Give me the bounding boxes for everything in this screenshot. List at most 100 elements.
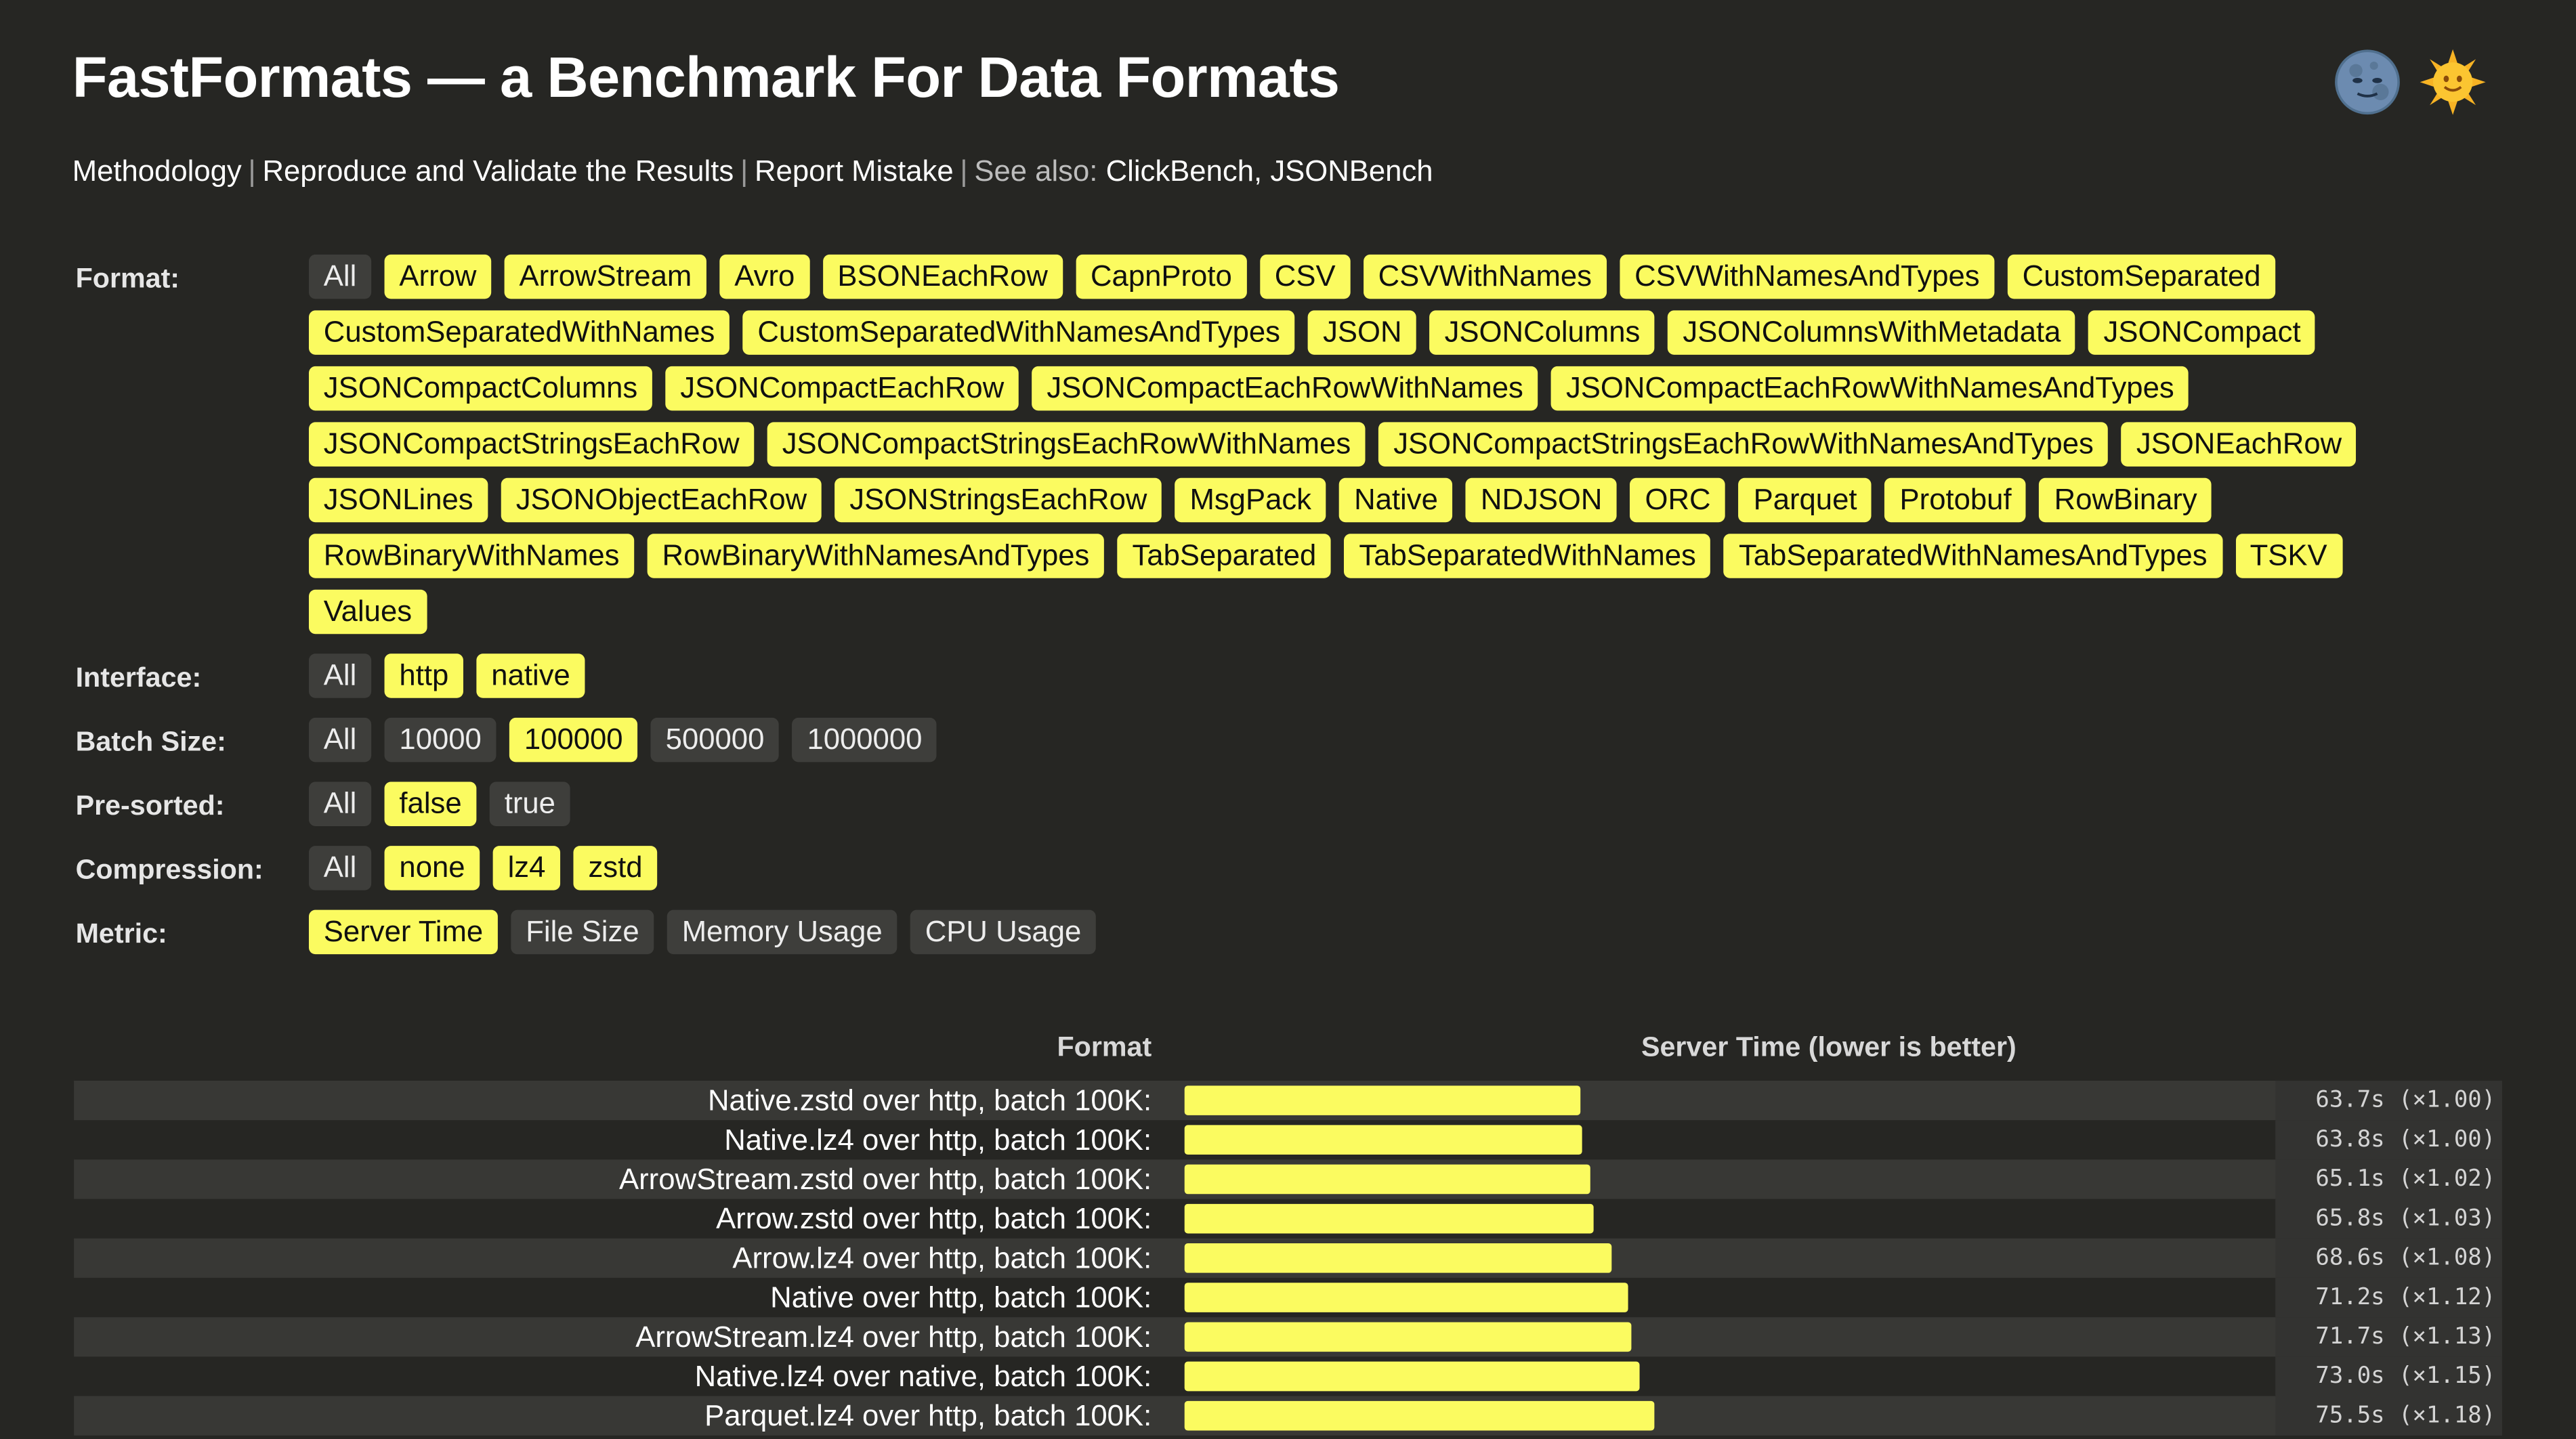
filter-chip-csvwithnames[interactable]: CSVWithNames bbox=[1363, 254, 1607, 299]
filter-chip-500000[interactable]: 500000 bbox=[650, 717, 780, 763]
row-label: Native.zstd over http, batch 100K: bbox=[707, 1083, 1152, 1117]
table-row: Arrow.zstd over http, batch 100K: 65.8s (… bbox=[74, 1199, 2502, 1239]
filter-chip-false[interactable]: false bbox=[384, 781, 477, 826]
filter-chip-native[interactable]: Native bbox=[1339, 477, 1453, 523]
filter-row-format: Format: All Arrow ArrowStream Avro BSONEachRo… bbox=[75, 254, 2508, 645]
metric-column-header: Server Time (lower is better) bbox=[1641, 1031, 2017, 1063]
filter-chip-customseparated[interactable]: CustomSeparated bbox=[2007, 254, 2276, 299]
filter-chip-memory-usage[interactable]: Memory Usage bbox=[667, 909, 898, 955]
filter-chip-jsonstringseachrow[interactable]: JSONStringsEachRow bbox=[835, 477, 1162, 523]
reproduce-link[interactable]: Reproduce and Validate the Results bbox=[262, 154, 734, 188]
results-chart: Native.zstd over http, batch 100K: 63.7s … bbox=[74, 1080, 2502, 1436]
report-mistake-link[interactable]: Report Mistake bbox=[755, 154, 954, 188]
filter-chip-ndjson[interactable]: NDJSON bbox=[1466, 477, 1618, 523]
filter-chip-rowbinarywithnames[interactable]: RowBinaryWithNames bbox=[308, 534, 635, 578]
filter-chip-capnproto[interactable]: CapnProto bbox=[1076, 254, 1247, 299]
nav-separator: | bbox=[248, 154, 256, 188]
filter-chip-tskv[interactable]: TSKV bbox=[2235, 534, 2342, 578]
chart-bar bbox=[1184, 1125, 1582, 1155]
filter-row-pre-sorted: Pre-sorted: All false true bbox=[76, 781, 2508, 837]
filter-chip-customseparatedwithnamesandtypes[interactable]: CustomSeparatedWithNamesAndTypes bbox=[742, 310, 1295, 355]
filter-chip-rowbinarywithnamesandtypes[interactable]: RowBinaryWithNamesAndTypes bbox=[647, 534, 1105, 578]
filter-chip-json[interactable]: JSON bbox=[1308, 310, 1417, 355]
value-label: 63.8s (×1.00) bbox=[2315, 1126, 2496, 1153]
filter-chip-orc[interactable]: ORC bbox=[1630, 477, 1726, 523]
filter-chip-native[interactable]: native bbox=[476, 653, 585, 698]
dark-theme-button[interactable] bbox=[2334, 49, 2400, 115]
row-label: Native over http, batch 100K: bbox=[770, 1281, 1152, 1314]
filter-chip-jsoncompact[interactable]: JSONCompact bbox=[2088, 310, 2316, 355]
filter-chip-all[interactable]: All bbox=[308, 717, 372, 763]
page: FastFormats — a Benchmark For Data Forma… bbox=[0, 0, 2576, 1439]
value-label: 73.0s (×1.15) bbox=[2315, 1363, 2496, 1390]
filter-chip-http[interactable]: http bbox=[384, 653, 464, 698]
filter-chip-values[interactable]: Values bbox=[308, 589, 427, 635]
chart-bar bbox=[1184, 1203, 1595, 1234]
filter-chip-arrowstream[interactable]: ArrowStream bbox=[504, 254, 707, 299]
filter-chip-file-size[interactable]: File Size bbox=[511, 909, 654, 955]
filter-chip-true[interactable]: true bbox=[489, 781, 570, 826]
table-row: Native.lz4 over http, batch 100K: 63.8s (… bbox=[74, 1120, 2502, 1160]
filter-label: Compression: bbox=[75, 854, 263, 886]
filter-chip-tabseparatedwithnamesandtypes[interactable]: TabSeparatedWithNamesAndTypes bbox=[1724, 534, 2222, 578]
value-label: 63.7s (×1.00) bbox=[2315, 1087, 2496, 1114]
filter-chip-tabseparatedwithnames[interactable]: TabSeparatedWithNames bbox=[1344, 534, 1711, 578]
filter-chip-csvwithnamesandtypes[interactable]: CSVWithNamesAndTypes bbox=[1620, 254, 1995, 299]
filter-chip-jsoncompactstringseachrowwithnames[interactable]: JSONCompactStringsEachRowWithNames bbox=[767, 422, 1366, 467]
table-row: Native.zstd over http, batch 100K: 63.7s … bbox=[74, 1080, 2502, 1121]
filter-chip-all[interactable]: All bbox=[308, 846, 372, 890]
filter-chip-100000[interactable]: 100000 bbox=[509, 717, 638, 763]
value-label: 65.8s (×1.03) bbox=[2315, 1205, 2496, 1232]
filter-options: All false true bbox=[308, 781, 2395, 837]
filter-chip-jsoncolumns[interactable]: JSONColumns bbox=[1429, 310, 1655, 355]
nav-separator: | bbox=[740, 154, 748, 188]
filter-chip-zstd[interactable]: zstd bbox=[573, 846, 658, 890]
filter-chip-jsoncompacteachrowwithnamesandtypes[interactable]: JSONCompactEachRowWithNamesAndTypes bbox=[1551, 366, 2189, 411]
filter-chip-jsoncompactcolumns[interactable]: JSONCompactColumns bbox=[308, 366, 653, 411]
light-theme-button[interactable] bbox=[2420, 49, 2486, 115]
row-label: Parquet.lz4 over http, batch 100K: bbox=[704, 1399, 1152, 1432]
filter-chip-all[interactable]: All bbox=[308, 653, 372, 698]
methodology-link[interactable]: Methodology bbox=[72, 154, 242, 188]
filter-chip-1000000[interactable]: 1000000 bbox=[792, 717, 937, 763]
format-column-header: Format bbox=[1057, 1031, 1152, 1063]
value-label: 71.2s (×1.12) bbox=[2315, 1284, 2496, 1311]
filter-chip-parquet[interactable]: Parquet bbox=[1738, 477, 1872, 523]
filter-chip-tabseparated[interactable]: TabSeparated bbox=[1117, 534, 1332, 578]
filter-chip-jsoncompactstringseachrow[interactable]: JSONCompactStringsEachRow bbox=[308, 422, 755, 467]
filter-chip-jsoncompactstringseachrowwithnamesandtypes[interactable]: JSONCompactStringsEachRowWithNamesAndTyp… bbox=[1378, 422, 2109, 467]
filter-chip-jsoncolumnswithmetadata[interactable]: JSONColumnsWithMetadata bbox=[1668, 310, 2076, 355]
filter-chip-csv[interactable]: CSV bbox=[1259, 254, 1351, 299]
filter-chip-arrow[interactable]: Arrow bbox=[384, 254, 492, 299]
filter-panel: Format: All Arrow ArrowStream Avro BSONEachRo… bbox=[75, 254, 2508, 966]
row-label: Native.lz4 over native, batch 100K: bbox=[694, 1360, 1152, 1393]
see-also-label: See also: bbox=[974, 154, 1098, 188]
filter-chip-server-time[interactable]: Server Time bbox=[308, 909, 498, 955]
filter-chip-avro[interactable]: Avro bbox=[719, 254, 810, 299]
filter-chip-msgpack[interactable]: MsgPack bbox=[1175, 477, 1326, 523]
page-title: FastFormats — a Benchmark For Data Forma… bbox=[72, 45, 1340, 110]
filter-chip-jsoncompacteachrow[interactable]: JSONCompactEachRow bbox=[665, 366, 1019, 411]
filter-chip-all[interactable]: All bbox=[308, 254, 372, 299]
filter-options: All 10000 100000 500000 1000000 bbox=[308, 717, 2395, 773]
filter-chip-bsoneachrow[interactable]: BSONEachRow bbox=[822, 254, 1063, 299]
filter-chip-jsoneachrow[interactable]: JSONEachRow bbox=[2121, 422, 2357, 467]
clickbench-link[interactable]: ClickBench bbox=[1106, 154, 1254, 188]
filter-options: All none lz4 zstd bbox=[308, 846, 2395, 901]
filter-chip-cpu-usage[interactable]: CPU Usage bbox=[910, 909, 1097, 955]
filter-chip-none[interactable]: none bbox=[384, 846, 480, 890]
filter-chip-jsonlines[interactable]: JSONLines bbox=[308, 477, 488, 523]
table-row: Native.lz4 over native, batch 100K: 73.0s… bbox=[74, 1356, 2502, 1396]
filter-chip-lz4[interactable]: lz4 bbox=[492, 846, 561, 890]
filter-label: Format: bbox=[75, 263, 180, 295]
filter-chip-customseparatedwithnames[interactable]: CustomSeparatedWithNames bbox=[308, 310, 730, 355]
filter-chip-protobuf[interactable]: Protobuf bbox=[1884, 477, 2027, 523]
filter-chip-all[interactable]: All bbox=[308, 781, 372, 826]
filter-chip-10000[interactable]: 10000 bbox=[384, 717, 497, 763]
filter-chip-rowbinary[interactable]: RowBinary bbox=[2039, 477, 2212, 523]
filter-chip-jsoncompacteachrowwithnames[interactable]: JSONCompactEachRowWithNames bbox=[1032, 366, 1538, 411]
jsonbench-link[interactable]: JSONBench bbox=[1270, 154, 1433, 188]
filter-chip-jsonobjecteachrow[interactable]: JSONObjectEachRow bbox=[501, 477, 822, 523]
chart-bar bbox=[1184, 1400, 1655, 1431]
filter-options: Server Time File Size Memory Usage CPU Usag… bbox=[308, 909, 2395, 966]
